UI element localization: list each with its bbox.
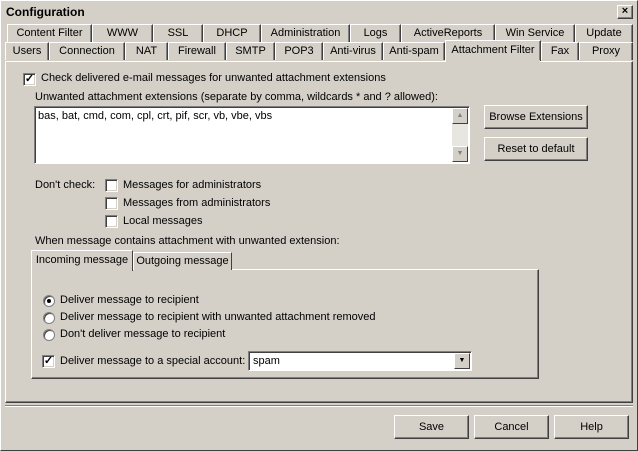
extensions-textarea[interactable]: bas, bat, cmd, com, cpl, crt, pif, scr, … [34,106,470,164]
scroll-up-icon[interactable]: ▲ [452,108,468,124]
special-account-select[interactable]: spam ▼ [248,351,472,371]
tab-content-filter[interactable]: Content Filter [7,24,92,42]
deliver-attachment-removed-radio[interactable] [43,312,55,324]
tab-proxy[interactable]: Proxy [579,42,633,60]
reset-to-default-button[interactable]: Reset to default [484,137,588,161]
check-attachments-label: Check delivered e-mail messages for unwa… [41,72,386,84]
messages-for-admins-label: Messages for administrators [123,179,262,191]
tab-incoming-message[interactable]: Incoming message [31,250,133,271]
window-title: Configuration [6,5,85,19]
extensions-label: Unwanted attachment extensions (separate… [35,91,438,103]
check-attachments-checkbox[interactable]: ✓ [23,73,36,86]
close-button[interactable]: × [617,5,633,19]
tab-dhcp[interactable]: DHCP [203,24,261,42]
scroll-down-icon[interactable]: ▼ [452,146,468,162]
messages-for-admins-checkbox[interactable] [105,179,118,192]
messages-from-admins-label: Messages from administrators [123,197,271,209]
deliver-attachment-removed-label: Deliver message to recipient with unwant… [60,311,376,323]
deliver-to-recipient-radio[interactable] [43,295,55,307]
action-label: When message contains attachment with un… [35,235,340,247]
footer-separator [5,405,633,407]
special-account-label: Deliver message to a special account: [60,355,246,367]
tab-smtp[interactable]: SMTP [226,42,275,60]
tab-firewall[interactable]: Firewall [168,42,226,60]
dont-deliver-radio[interactable] [43,329,55,341]
extensions-scrollbar[interactable]: ▲ ▼ [452,108,468,162]
tab-anti-spam[interactable]: Anti-spam [383,42,445,60]
tab-connection[interactable]: Connection [49,42,125,60]
dont-check-label: Don't check: [35,179,96,191]
tab-users[interactable]: Users [5,42,49,60]
tab-update[interactable]: Update [575,24,633,42]
extensions-value: bas, bat, cmd, com, cpl, crt, pif, scr, … [38,110,273,122]
deliver-to-recipient-label: Deliver message to recipient [60,294,199,306]
tab-outgoing-message[interactable]: Outgoing message [133,252,232,270]
tab-www[interactable]: WWW [92,24,153,42]
dont-deliver-label: Don't deliver message to recipient [60,328,226,340]
tab-anti-virus[interactable]: Anti-virus [323,42,383,60]
browse-extensions-button[interactable]: Browse Extensions [484,105,588,129]
tab-pop3[interactable]: POP3 [275,42,323,60]
tab-administration[interactable]: Administration [261,24,350,42]
local-messages-checkbox[interactable] [105,215,118,228]
active-tab-connector [446,60,540,63]
title-bar: Configuration × [3,3,635,21]
special-account-checkbox[interactable]: ✓ [42,355,55,368]
chevron-down-icon[interactable]: ▼ [454,353,470,369]
tab-attachment-filter[interactable]: Attachment Filter [445,40,541,61]
save-button[interactable]: Save [394,415,469,439]
local-messages-label: Local messages [123,215,203,227]
tab-fax[interactable]: Fax [541,42,579,60]
tab-logs[interactable]: Logs [350,24,401,42]
cancel-button[interactable]: Cancel [474,415,549,439]
configuration-window: Configuration × Content Filter WWW SSL D… [0,0,638,451]
tab-ssl[interactable]: SSL [153,24,203,42]
special-account-value: spam [253,355,280,367]
help-button[interactable]: Help [554,415,629,439]
messages-from-admins-checkbox[interactable] [105,197,118,210]
tab-nat[interactable]: NAT [125,42,168,60]
